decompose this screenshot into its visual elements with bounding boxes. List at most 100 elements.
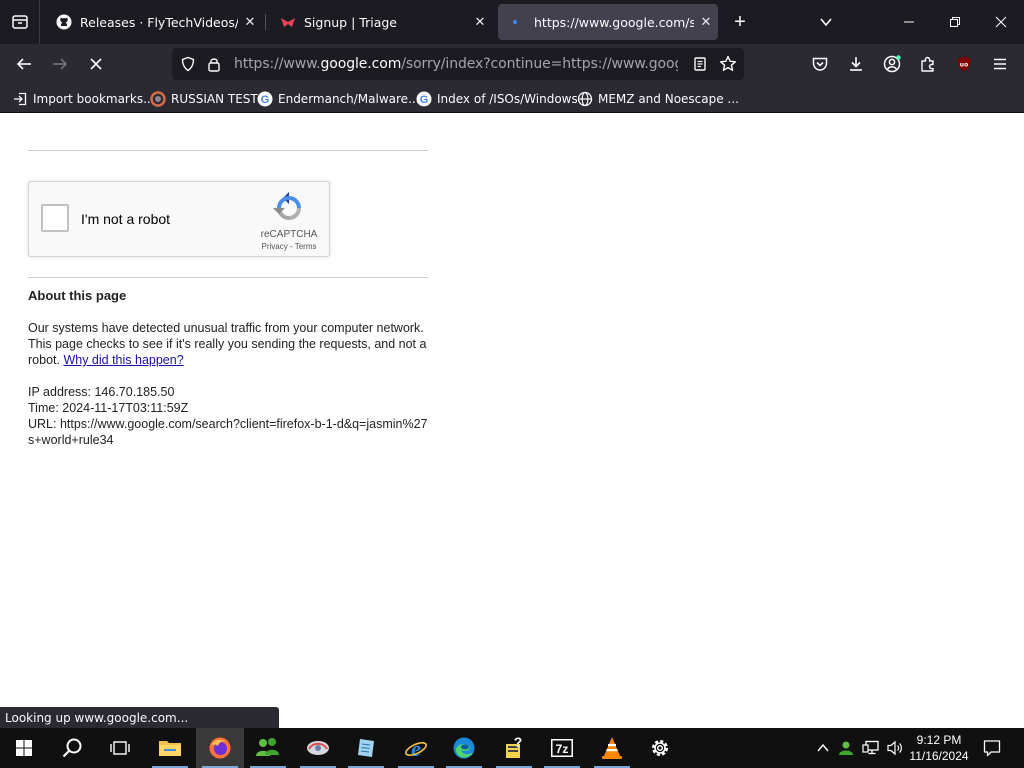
pocket-icon [812, 57, 828, 71]
recaptcha-privacy-terms[interactable]: Privacy - Terms [249, 242, 329, 251]
url-line: URL: https://www.google.com/search?clien… [28, 417, 428, 447]
bookmark-label: Import bookmarks... [33, 92, 155, 106]
unusual-traffic-message: Our systems have detected unusual traffi… [28, 320, 428, 368]
chevron-down-icon [820, 18, 832, 27]
tab-google-search[interactable]: https://www.google.com/search ✕ [498, 4, 718, 40]
address-bar[interactable]: https://www.google.com/sorry/index?conti… [172, 48, 744, 80]
forward-button[interactable] [46, 50, 74, 78]
new-tab-button[interactable]: + [728, 8, 752, 36]
reader-view-icon[interactable] [690, 54, 710, 74]
close-tab-icon[interactable]: ✕ [238, 15, 262, 30]
hamburger-menu-icon [994, 58, 1006, 70]
stop-icon [90, 58, 102, 70]
about-this-page-heading: About this page [28, 288, 127, 303]
tray-people-app[interactable] [836, 738, 856, 758]
account-button[interactable] [878, 50, 906, 78]
recaptcha-checkbox[interactable] [41, 204, 69, 232]
bookmark-star-icon[interactable] [718, 54, 738, 74]
why-did-this-happen-link[interactable]: Why did this happen? [63, 353, 183, 367]
network-button[interactable] [861, 738, 881, 758]
loading-dot-icon [510, 14, 526, 30]
extensions-button[interactable] [914, 50, 942, 78]
taskbar-edge[interactable] [440, 728, 488, 768]
google-icon: G [257, 91, 273, 107]
taskbar-people-app[interactable] [244, 728, 292, 768]
system-clock[interactable]: 9:12 PM 11/16/2024 [906, 732, 972, 764]
taskbar-app[interactable] [294, 728, 342, 768]
status-panel: Looking up www.google.com... [0, 707, 279, 729]
search-icon [62, 738, 82, 758]
internet-explorer-icon: e [405, 736, 427, 760]
tab-signup-triage[interactable]: Signup | Triage ✕ [268, 4, 492, 40]
start-button[interactable] [0, 728, 48, 768]
back-arrow-icon [16, 58, 31, 70]
close-icon [995, 16, 1007, 28]
close-window-button[interactable] [978, 0, 1024, 44]
bookmark-label: RUSSIAN TEST [171, 92, 258, 106]
bookmark-label: Index of /ISOs/Windows [437, 92, 578, 106]
bookmark-memz[interactable]: MEMZ and Noescape ... [577, 89, 739, 109]
ip-address-line: IP address: 146.70.185.50 [28, 385, 175, 399]
bookmark-index-isos[interactable]: G Index of /ISOs/Windows [416, 89, 578, 109]
taskbar-help-app[interactable]: ? [490, 728, 538, 768]
tracking-protection-shield-icon[interactable] [178, 54, 198, 74]
close-tab-icon[interactable]: ✕ [694, 15, 718, 30]
taskbar-internet-explorer[interactable]: e [392, 728, 440, 768]
minimize-button[interactable] [886, 0, 932, 44]
stop-loading-button[interactable] [82, 50, 110, 78]
taskbar-7zip[interactable]: 7z [538, 728, 586, 768]
bookmark-russian-test[interactable]: RUSSIAN TEST [150, 89, 258, 109]
plus-icon: + [734, 10, 746, 33]
notification-center-icon [983, 740, 1001, 757]
lock-icon[interactable] [204, 54, 224, 74]
clock-date: 11/16/2024 [909, 749, 969, 763]
taskbar-notepad[interactable] [342, 728, 390, 768]
volume-button[interactable] [885, 738, 905, 758]
firefox-view-button[interactable] [0, 0, 40, 44]
puzzle-piece-icon [921, 56, 934, 72]
svg-text:G: G [261, 94, 270, 106]
restore-button[interactable] [932, 0, 978, 44]
notifications-button[interactable] [982, 738, 1002, 758]
close-tab-icon[interactable]: ✕ [468, 15, 492, 30]
account-icon [883, 55, 901, 73]
recaptcha-brand: reCAPTCHA [260, 229, 318, 240]
list-all-tabs-button[interactable] [812, 8, 840, 36]
recaptcha-widget: I'm not a robot reCAPTCHA Privacy - Term… [28, 181, 330, 257]
task-view-icon [110, 741, 130, 755]
firefox-view-icon [11, 15, 28, 29]
downloads-button[interactable] [842, 50, 870, 78]
taskbar-firefox[interactable] [196, 728, 244, 768]
triage-icon [280, 14, 296, 30]
search-button[interactable] [48, 728, 96, 768]
app-menu-button[interactable] [986, 50, 1014, 78]
ublock-origin-button[interactable]: uo [950, 50, 978, 78]
app-icon [307, 741, 329, 755]
taskbar-file-explorer[interactable] [146, 728, 194, 768]
chevron-up-icon [817, 743, 829, 752]
recaptcha-logo-icon [273, 192, 301, 220]
divider [28, 150, 428, 151]
ublock-origin-icon: uo [957, 56, 971, 72]
back-button[interactable] [10, 50, 38, 78]
network-icon [862, 740, 879, 755]
bookmark-endermanch[interactable]: G Endermanch/Malware... [257, 89, 420, 109]
url-field[interactable]: https://www.google.com/sorry/index?conti… [234, 56, 678, 72]
bookmark-label: Endermanch/Malware... [278, 92, 420, 106]
taskbar-vlc[interactable] [588, 728, 636, 768]
task-view-button[interactable] [96, 728, 144, 768]
svg-text:?: ? [514, 736, 523, 750]
tab-releases[interactable]: Releases · FlyTechVideos/000exe ✕ [44, 4, 262, 40]
pocket-button[interactable] [806, 50, 834, 78]
download-icon [850, 57, 862, 71]
tab-separator [265, 14, 266, 30]
minimize-icon [904, 21, 914, 23]
speaker-icon [887, 740, 902, 756]
google-icon: G [416, 91, 432, 107]
bookmark-import[interactable]: Import bookmarks... [12, 89, 155, 109]
7zip-icon: 7z [551, 739, 573, 757]
taskbar-settings[interactable] [636, 728, 684, 768]
show-hidden-icons-button[interactable] [813, 738, 833, 758]
tab-title: https://www.google.com/search [534, 14, 694, 30]
url-prefix: https://www. [234, 56, 321, 72]
